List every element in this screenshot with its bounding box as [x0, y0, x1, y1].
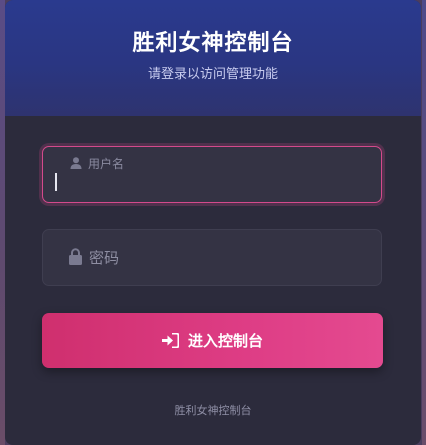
page-title: 胜利女神控制台 [132, 31, 294, 56]
page-subtitle: 请登录以访问管理功能 [147, 67, 278, 82]
footer-text: 胜利女神控制台 [174, 404, 252, 417]
password-input[interactable] [89, 230, 369, 285]
login-button[interactable]: 进入控制台 [42, 313, 383, 368]
background-edge-right [422, 0, 426, 445]
user-icon [70, 157, 82, 169]
sign-in-icon [161, 333, 179, 348]
login-button-label: 进入控制台 [187, 332, 263, 350]
login-card: 胜利女神控制台 请登录以访问管理功能 用户名 进入控制台 胜利女神控制台 [5, 0, 421, 445]
lock-icon [69, 248, 82, 265]
username-field[interactable]: 用户名 [42, 146, 382, 203]
username-input[interactable] [89, 147, 369, 202]
password-field[interactable] [42, 229, 382, 286]
text-cursor [55, 173, 57, 191]
login-header: 胜利女神控制台 请登录以访问管理功能 [5, 0, 421, 116]
